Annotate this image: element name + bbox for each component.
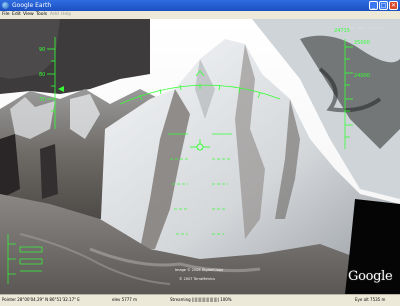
- menu-view[interactable]: View: [23, 11, 34, 19]
- status-bar: Pointer 28°00'04.29" N 86°51'32.17" E el…: [0, 294, 400, 306]
- close-button[interactable]: ✕: [389, 1, 398, 10]
- terrain-scene: 90 80 70 24715 25000 24000: [0, 19, 400, 294]
- minimize-button[interactable]: _: [369, 1, 378, 10]
- google-logo: Google: [348, 269, 393, 284]
- elevation-readout: elev 5777 m: [112, 297, 138, 302]
- menu-edit[interactable]: Edit: [12, 11, 21, 19]
- menu-add[interactable]: Add: [50, 11, 59, 19]
- altitude-tick-25000: 25000: [354, 40, 370, 46]
- menu-help[interactable]: Help: [61, 11, 71, 19]
- altitude-readout: 24715: [334, 28, 350, 34]
- menu-file[interactable]: File: [2, 11, 10, 19]
- earth-3d-viewport[interactable]: 90 80 70 24715 25000 24000 Exit flight s…: [0, 19, 400, 294]
- maximize-button[interactable]: □: [379, 1, 388, 10]
- pointer-coordinates: Pointer 28°00'04.29" N 86°51'32.17" E: [2, 297, 80, 302]
- copyright-notice: © 2007 TerraMetrics: [179, 277, 215, 281]
- eye-altitude-readout: Eye alt 7535 m: [355, 297, 386, 302]
- google-earth-app-icon: [2, 2, 9, 9]
- speed-tick-80: 80: [39, 72, 45, 78]
- window-title: Google Earth: [12, 2, 52, 9]
- exit-flight-simulator-link[interactable]: Exit flight simulator: [349, 26, 383, 30]
- menu-bar: File Edit View Tools Add Help: [0, 11, 400, 19]
- altitude-tick-24000: 24000: [354, 73, 370, 79]
- speed-tick-90: 90: [39, 47, 45, 53]
- streaming-progress: Streaming |||||||||||||||||||| 100%: [170, 297, 232, 302]
- title-bar: Google Earth _ □ ✕: [0, 0, 400, 11]
- menu-tools[interactable]: Tools: [36, 11, 47, 19]
- speed-tick-70: 70: [39, 97, 45, 103]
- image-credit: Image © 2008 DigitalGlobe: [175, 268, 224, 272]
